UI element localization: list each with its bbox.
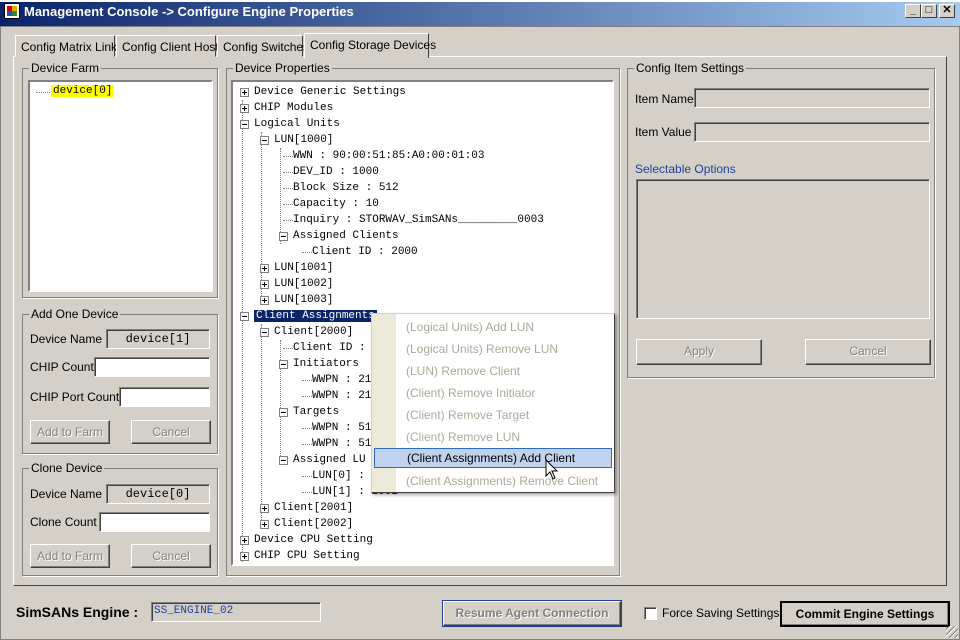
selectable-options-list[interactable] <box>636 179 930 319</box>
tree-guide <box>261 324 262 520</box>
engine-name-field: SS_ENGINE_02 <box>151 602 321 622</box>
chip-count-label: CHIP Count <box>30 360 94 374</box>
device-farm-tree[interactable]: device[0] <box>28 80 213 292</box>
menu-item-client-remove-lun[interactable]: (Client) Remove LUN <box>374 427 612 447</box>
item-name-label: Item Name <box>635 92 694 106</box>
tree-node-targets[interactable]: Targets <box>279 405 339 419</box>
resize-grip-icon[interactable] <box>946 626 958 638</box>
tab-config-switches[interactable]: Config Switches <box>217 35 309 57</box>
tree-guide <box>280 340 281 462</box>
tree-node-chip-cpu-setting[interactable]: CHIP CPU Setting <box>240 549 360 563</box>
tree-node-lun-1002[interactable]: LUN[1002] <box>260 277 333 291</box>
app-icon[interactable] <box>4 3 20 19</box>
window-title: Management Console -> Configure Engine P… <box>24 4 354 19</box>
add-device-legend: Add One Device <box>29 307 121 321</box>
selectable-options-label: Selectable Options <box>635 162 736 176</box>
close-button[interactable]: ✕ <box>939 4 955 18</box>
item-value-label: Item Value <box>635 125 692 139</box>
menu-item-remove-lun[interactable]: (Logical Units) Remove LUN <box>374 339 612 359</box>
clone-add-to-farm-button[interactable]: Add to Farm <box>30 544 110 568</box>
tree-node-initiators[interactable]: Initiators <box>279 357 359 371</box>
clone-count-label: Clone Count <box>30 515 97 529</box>
device-name-label: Device Name <box>30 332 103 346</box>
tree-node-lun-1001[interactable]: LUN[1001] <box>260 261 333 275</box>
tree-leaf-client-id-2000[interactable]: Client ID : <box>283 341 366 355</box>
tab-config-matrix-links[interactable]: Config Matrix Links <box>15 35 123 57</box>
tree-node-device-generic-settings[interactable]: Device Generic Settings <box>240 85 406 99</box>
clone-device-name-label: Device Name <box>30 487 103 501</box>
mouse-cursor-icon <box>545 459 559 480</box>
tree-node-logical-units[interactable]: Logical Units <box>240 117 340 131</box>
tree-leaf-target-wwpn[interactable]: WWPN : 51 <box>302 437 371 451</box>
force-saving-checkbox[interactable] <box>644 607 657 620</box>
tree-node-assigned-clients[interactable]: Assigned Clients <box>279 229 399 243</box>
tree-node-lun-1000[interactable]: LUN[1000] <box>260 133 333 147</box>
tab-config-storage-devices[interactable]: Config Storage Devices <box>304 33 436 58</box>
tree-guide <box>261 132 262 302</box>
tree-node-client-2002[interactable]: Client[2002] <box>260 517 353 531</box>
chip-port-count-input[interactable] <box>119 387 210 407</box>
tree-node-assigned-luns[interactable]: Assigned LU <box>279 453 366 467</box>
engine-label: SimSANs Engine : <box>16 604 139 620</box>
config-cancel-button[interactable]: Cancel <box>805 339 931 365</box>
menu-item-add-lun[interactable]: (Logical Units) Add LUN <box>374 317 612 337</box>
tree-node-client-assignments[interactable]: Client Assignments <box>240 309 378 323</box>
tree-guide <box>280 148 281 244</box>
tree-leaf-wwn[interactable]: WWN : 90:00:51:85:A0:00:01:03 <box>283 149 484 163</box>
tree-leaf-initiator-wwpn[interactable]: WWPN : 21 <box>302 389 371 403</box>
tree-leaf-target-wwpn[interactable]: WWPN : 51 <box>302 421 371 435</box>
tree-leaf-dev-id[interactable]: DEV_ID : 1000 <box>283 165 379 179</box>
tree-node-lun-1003[interactable]: LUN[1003] <box>260 293 333 307</box>
tree-leaf-inquiry[interactable]: Inquiry : STORWAV_SimSANs_________0003 <box>283 213 544 227</box>
tab-config-client-hosts[interactable]: Config Client Hosts <box>116 35 225 57</box>
menu-item-remove-client[interactable]: (LUN) Remove Client <box>374 361 612 381</box>
menu-item-remove-target[interactable]: (Client) Remove Target <box>374 405 612 425</box>
tree-guide <box>242 100 243 562</box>
item-value-field <box>694 122 930 142</box>
device-properties-legend: Device Properties <box>233 61 332 75</box>
chip-count-input[interactable] <box>94 357 210 377</box>
menu-item-remove-client-assignment[interactable]: (Client Assignments) Remove Client <box>374 471 612 491</box>
config-item-legend: Config Item Settings <box>634 61 747 75</box>
tree-leaf-client-id[interactable]: Client ID : 2000 <box>302 245 418 259</box>
force-saving-label: Force Saving Settings <box>662 606 780 620</box>
tree-node-chip-modules[interactable]: CHIP Modules <box>240 101 333 115</box>
tree-node-device-cpu-setting[interactable]: Device CPU Setting <box>240 533 373 547</box>
minimize-button[interactable]: _ <box>905 4 921 18</box>
tree-leaf-lun-0[interactable]: LUN[0] : <box>302 469 365 483</box>
maximize-button[interactable]: □ <box>921 4 937 18</box>
item-name-field <box>694 88 930 108</box>
device-name-field: device[1] <box>106 329 210 349</box>
tree-leaf-initiator-wwpn[interactable]: WWPN : 21 <box>302 373 371 387</box>
clone-count-input[interactable] <box>99 512 210 532</box>
device-farm-item[interactable]: device[0] <box>51 85 115 97</box>
apply-button[interactable]: Apply <box>636 339 762 365</box>
chip-port-count-label: CHIP Port Count <box>30 390 120 404</box>
add-to-farm-button[interactable]: Add to Farm <box>30 420 110 444</box>
tree-connector <box>36 92 52 93</box>
clone-device-legend: Clone Device <box>29 461 105 475</box>
commit-engine-settings-button[interactable]: Commit Engine Settings <box>780 601 950 627</box>
tree-node-client-2000[interactable]: Client[2000] <box>260 325 353 339</box>
cancel-add-button[interactable]: Cancel <box>131 420 211 444</box>
menu-item-add-client[interactable]: (Client Assignments) Add Client <box>374 448 612 468</box>
menu-item-remove-initiator[interactable]: (Client) Remove Initiator <box>374 383 612 403</box>
device-farm-legend: Device Farm <box>29 61 102 75</box>
clone-device-name-field: device[0] <box>106 484 210 504</box>
context-menu[interactable]: (Logical Units) Add LUN (Logical Units) … <box>371 313 615 493</box>
tree-leaf-block-size[interactable]: Block Size : 512 <box>283 181 399 195</box>
resume-agent-connection-button[interactable]: Resume Agent Connection <box>442 600 622 627</box>
tree-node-client-2001[interactable]: Client[2001] <box>260 501 353 515</box>
cancel-clone-button[interactable]: Cancel <box>131 544 211 568</box>
tree-leaf-capacity[interactable]: Capacity : 10 <box>283 197 379 211</box>
